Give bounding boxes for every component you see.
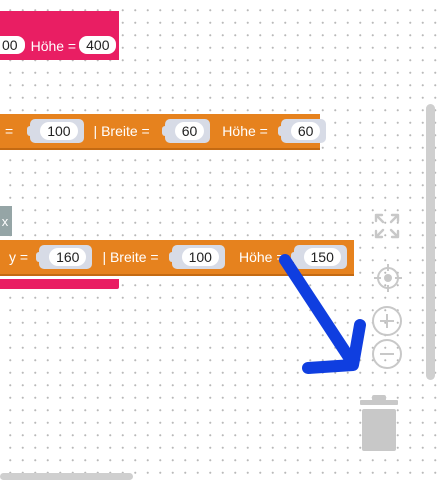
center-target-icon[interactable]: [372, 262, 404, 294]
breite-value-slot[interactable]: 100: [168, 245, 225, 269]
x-value-field[interactable]: 00: [0, 36, 25, 54]
trash-icon[interactable]: [356, 394, 402, 454]
orange-block-rect-3[interactable]: y = 160 | Breite = 100 Höhe = 150: [0, 240, 354, 276]
breite-value-slot[interactable]: 60: [161, 119, 211, 143]
x-value-field[interactable]: 100: [40, 122, 78, 140]
orange-block-rect-2[interactable]: = 100 | Breite = 60 Höhe = 60: [0, 114, 327, 150]
hoehe-value-field[interactable]: 150: [303, 248, 341, 266]
hoehe-label: Höhe =: [222, 123, 268, 139]
fullscreen-icon[interactable]: [373, 212, 401, 240]
equals-label: =: [5, 123, 14, 139]
hoehe-value-field[interactable]: 60: [290, 122, 321, 140]
hoehe-value-slot[interactable]: 150: [290, 245, 347, 269]
zoom-in-icon[interactable]: [371, 305, 403, 337]
x-value-slot[interactable]: 100: [27, 119, 84, 143]
y-label: y =: [9, 249, 29, 265]
zoom-out-icon[interactable]: [371, 338, 403, 370]
hoehe-value-field[interactable]: 400: [79, 36, 117, 54]
pink-block-strip[interactable]: [0, 279, 119, 289]
hoehe-value-slot[interactable]: 60: [277, 119, 327, 143]
breite-label: | Breite =: [93, 123, 150, 139]
grey-block-tab[interactable]: x: [0, 206, 12, 236]
vertical-scrollbar[interactable]: [426, 104, 435, 380]
grey-tab-label: x: [1, 213, 9, 229]
hoehe-label: Höhe =: [30, 38, 77, 54]
y-value-slot[interactable]: 160: [36, 245, 93, 269]
pink-block-top[interactable]: 00 Höhe = 400: [0, 11, 119, 60]
y-value-field[interactable]: 160: [49, 248, 87, 266]
breite-value-field[interactable]: 60: [174, 122, 205, 140]
breite-label: | Breite =: [102, 249, 159, 265]
breite-value-field[interactable]: 100: [181, 248, 219, 266]
hoehe-label: Höhe =: [238, 249, 285, 265]
